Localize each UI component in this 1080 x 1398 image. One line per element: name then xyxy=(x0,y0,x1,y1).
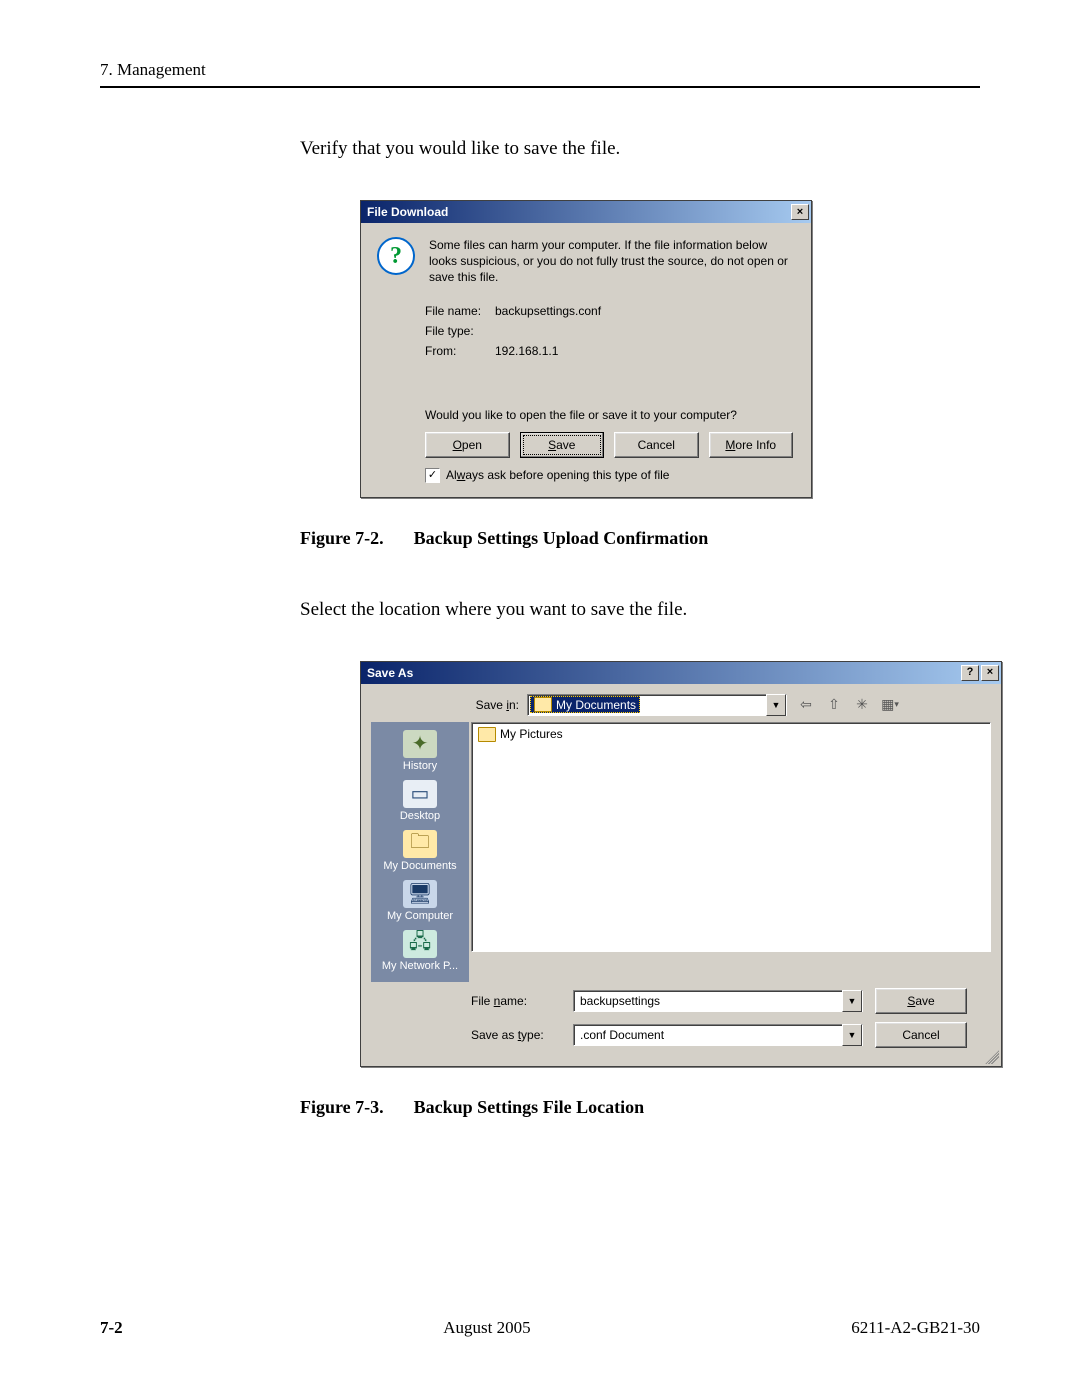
file-name-field[interactable]: backupsettings ▼ xyxy=(573,990,863,1012)
filename-label: File name: xyxy=(425,304,495,318)
up-folder-icon[interactable]: ⇧ xyxy=(823,695,845,715)
dialog-title: File Download xyxy=(367,205,448,219)
footer-date: August 2005 xyxy=(443,1318,530,1338)
paragraph-2: Select the location where you want to sa… xyxy=(300,599,980,621)
warning-text: Some files can harm your computer. If th… xyxy=(429,237,793,286)
cancel-button[interactable]: Cancel xyxy=(614,432,699,458)
desktop-icon: ▭ xyxy=(403,780,437,808)
places-bar: ✦ History ▭ Desktop 🗀 My Documents 🖥 My … xyxy=(371,722,469,982)
computer-icon: 🖥 xyxy=(403,880,437,908)
save-as-dialog: Save As ? × Save in: My Documents ▼ ⇦ ⇧ … xyxy=(360,661,1002,1067)
always-ask-checkbox[interactable]: ✓ xyxy=(425,468,440,483)
open-button[interactable]: Open xyxy=(425,432,510,458)
page-number: 7-2 xyxy=(100,1318,123,1338)
places-my-network[interactable]: 🖧 My Network P... xyxy=(376,928,464,976)
dialog-titlebar: File Download × xyxy=(361,201,811,223)
more-info-button[interactable]: More Info xyxy=(709,432,794,458)
save-button[interactable]: Save xyxy=(520,432,605,458)
filetype-label: File type: xyxy=(425,324,495,338)
filename-value: backupsettings.conf xyxy=(495,304,601,318)
save-as-type-field[interactable]: .conf Document ▼ xyxy=(573,1024,863,1046)
list-item[interactable]: My Pictures xyxy=(478,727,563,742)
places-history[interactable]: ✦ History xyxy=(376,728,464,776)
chevron-down-icon[interactable]: ▼ xyxy=(842,990,862,1012)
figure-2-caption: Figure 7-3.Backup Settings File Location xyxy=(300,1097,980,1118)
dialog-title: Save As xyxy=(367,666,413,680)
folder-icon xyxy=(478,727,496,742)
folder-icon: 🗀 xyxy=(403,830,437,858)
paragraph-1: Verify that you would like to save the f… xyxy=(300,138,980,160)
view-menu-icon[interactable]: ▦▾ xyxy=(879,695,901,715)
file-download-dialog: File Download × ? Some files can harm yo… xyxy=(360,200,812,498)
close-icon[interactable]: × xyxy=(791,204,809,220)
figure-1-caption: Figure 7-2.Backup Settings Upload Confir… xyxy=(300,528,980,549)
footer-doc-id: 6211-A2-GB21-30 xyxy=(851,1318,980,1338)
dialog-titlebar: Save As ? × xyxy=(361,662,1001,684)
cancel-button[interactable]: Cancel xyxy=(875,1022,967,1048)
open-save-prompt: Would you like to open the file or save … xyxy=(425,408,793,422)
help-icon[interactable]: ? xyxy=(961,665,979,681)
always-ask-label: Always ask before opening this type of f… xyxy=(446,468,669,482)
save-button[interactable]: Save xyxy=(875,988,967,1014)
network-icon: 🖧 xyxy=(403,930,437,958)
new-folder-icon[interactable]: ✳ xyxy=(851,695,873,715)
chevron-down-icon[interactable]: ▼ xyxy=(842,1024,862,1046)
page-footer: 7-2 August 2005 6211-A2-GB21-30 xyxy=(100,1318,980,1338)
places-my-documents[interactable]: 🗀 My Documents xyxy=(376,828,464,876)
question-icon: ? xyxy=(377,237,415,275)
document-page: 7. Management Verify that you would like… xyxy=(0,0,1080,1398)
save-in-combo[interactable]: My Documents ▼ xyxy=(527,694,787,716)
from-label: From: xyxy=(425,344,495,358)
chevron-down-icon[interactable]: ▼ xyxy=(766,694,786,716)
from-value: 192.168.1.1 xyxy=(495,344,558,358)
save-in-label: Save in: xyxy=(461,698,519,712)
resize-grip-icon[interactable] xyxy=(985,1050,999,1064)
folder-icon xyxy=(534,697,552,712)
file-list-pane[interactable]: My Pictures xyxy=(471,722,991,952)
places-desktop[interactable]: ▭ Desktop xyxy=(376,778,464,826)
save-as-type-label: Save as type: xyxy=(471,1028,561,1042)
close-icon[interactable]: × xyxy=(981,665,999,681)
places-my-computer[interactable]: 🖥 My Computer xyxy=(376,878,464,926)
back-icon[interactable]: ⇦ xyxy=(795,695,817,715)
header-rule xyxy=(100,86,980,88)
history-icon: ✦ xyxy=(403,730,437,758)
file-name-label: File name: xyxy=(471,994,561,1008)
running-header: 7. Management xyxy=(100,60,980,80)
